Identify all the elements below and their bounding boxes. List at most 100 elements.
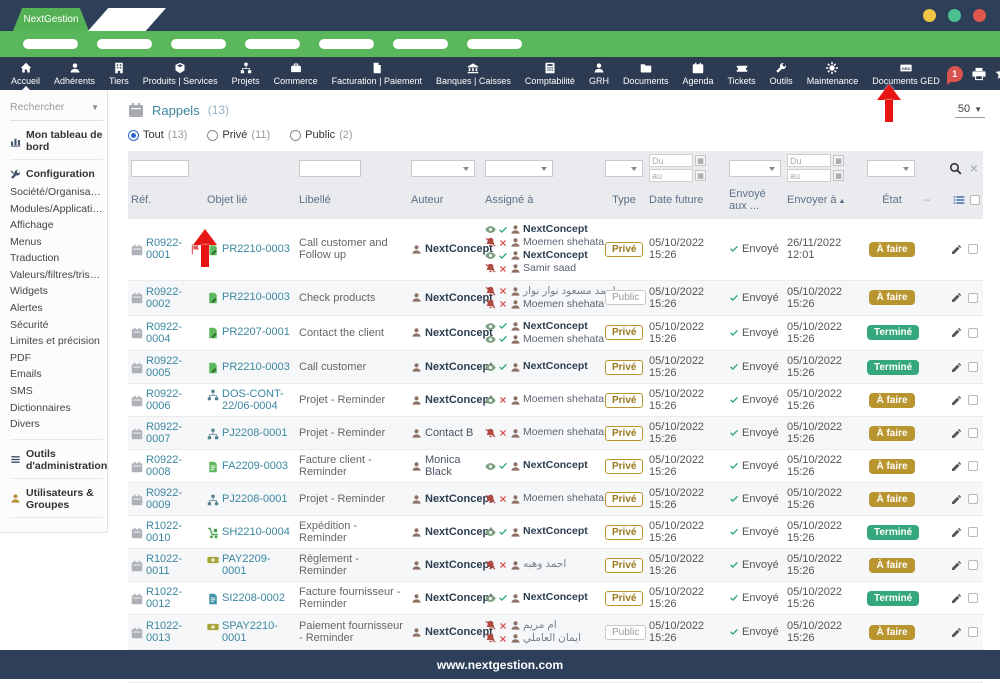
filter-radio-priv[interactable]: Privé(11) <box>207 129 270 141</box>
send_at-date-input[interactable] <box>787 154 831 167</box>
radio-button[interactable] <box>128 130 139 141</box>
nav-item-projets[interactable]: Projets <box>225 57 267 90</box>
column-header-state[interactable]: État <box>882 194 902 206</box>
page-size-select[interactable]: 50 ▼ <box>955 102 985 118</box>
sidebar-item-mon-tableau-de-bord[interactable]: Mon tableau de bord <box>10 129 103 153</box>
sidebar-item-traduction[interactable]: Traduction <box>10 250 103 267</box>
author-link[interactable]: NextConcept <box>425 327 493 339</box>
nav-item-produits-services[interactable]: Produits | Services <box>136 57 225 90</box>
linked-object-link[interactable]: SH2210-0004 <box>222 526 290 538</box>
linked-object-link[interactable]: FA2209-0003 <box>222 460 288 472</box>
author-link[interactable]: NextConcept <box>425 592 493 604</box>
row-checkbox[interactable] <box>968 328 978 338</box>
linked-object-link[interactable]: PAY2209-0001 <box>222 553 293 577</box>
author-link[interactable]: NextConcept <box>425 292 493 304</box>
nav-item-maintenance[interactable]: Maintenance <box>800 57 866 90</box>
row-checkbox[interactable] <box>968 593 978 603</box>
nav-item-adh-rents[interactable]: Adhérents <box>47 57 102 90</box>
author-link[interactable]: NextConcept <box>425 526 493 538</box>
nav-item-facturation-paiement[interactable]: Facturation | Paiement <box>325 57 429 90</box>
reminder-ref-link[interactable]: R1022-0012 <box>146 586 201 610</box>
footer-link[interactable]: www.nextgestion.com <box>437 658 563 672</box>
nav-item-banques-caisses[interactable]: Banques | Caisses <box>429 57 518 90</box>
row-checkbox[interactable] <box>968 461 978 471</box>
column-header-assigned[interactable]: Assigné à <box>485 194 533 206</box>
date_future-date-input[interactable] <box>649 154 693 167</box>
sidebar-item-modules-applications[interactable]: Modules/Applications <box>10 201 103 218</box>
date_future-date-input[interactable] <box>649 169 693 182</box>
edit-pencil-icon[interactable] <box>951 395 962 406</box>
linked-object-link[interactable]: SPAY2210-0001 <box>222 620 293 644</box>
filter-radio-tout[interactable]: Tout(13) <box>128 129 187 141</box>
author-link[interactable]: NextConcept <box>425 493 493 505</box>
calendar-picker-icon[interactable]: ▦ <box>833 155 844 166</box>
nav-item-comptabilit[interactable]: Comptabilité <box>518 57 582 90</box>
row-checkbox[interactable] <box>968 395 978 405</box>
column-header-type[interactable]: Type <box>612 194 636 206</box>
sidebar-item-pdf[interactable]: PDF <box>10 350 103 367</box>
notification-icon[interactable]: 1 <box>947 66 963 82</box>
sidebar-item-sms[interactable]: SMS <box>10 383 103 400</box>
sidebar-item-valeurs-filtres-tris-par-d-f[interactable]: Valeurs/filtres/tris par déf... <box>10 267 103 284</box>
type-filter-select[interactable] <box>605 160 643 177</box>
reminder-ref-link[interactable]: R1022-0011 <box>146 553 201 577</box>
author-link[interactable]: NextConcept <box>425 394 493 406</box>
nav-item-grh[interactable]: GRH <box>582 57 616 90</box>
send_at-date-input[interactable] <box>787 169 831 182</box>
reminder-ref-link[interactable]: R0922-0002 <box>146 286 201 310</box>
brand-tab[interactable]: NextGestion <box>13 8 89 31</box>
author-link[interactable]: NextConcept <box>425 361 493 373</box>
edit-pencil-icon[interactable] <box>951 244 962 255</box>
author-link[interactable]: NextConcept <box>425 559 493 571</box>
sidebar-item-soci-t-organisation[interactable]: Société/Organisation <box>10 184 103 201</box>
sidebar-item-emails[interactable]: Emails <box>10 366 103 383</box>
assignee-name-link[interactable]: Moemen shehata <box>523 393 604 406</box>
linked-object-link[interactable]: PR2207-0001 <box>222 326 290 338</box>
edit-pencil-icon[interactable] <box>951 593 962 604</box>
assignee-name-link[interactable]: Moemen shehata <box>523 298 604 311</box>
clear-filters-icon[interactable]: × <box>970 161 978 175</box>
assignee-name-link[interactable]: Moemen shehata <box>523 492 604 505</box>
linked-object-link[interactable]: PR2210-0003 <box>222 243 290 255</box>
column-header-author[interactable]: Auteur <box>411 194 443 206</box>
label-filter-input[interactable] <box>299 160 361 177</box>
calendar-picker-icon[interactable]: ▦ <box>695 155 706 166</box>
linked-object-link[interactable]: PR2210-0003 <box>222 361 290 373</box>
assignee-name-link[interactable]: NextConcept <box>523 525 588 538</box>
assignee-name-link[interactable]: Samir saad <box>523 262 576 275</box>
author-filter-select[interactable] <box>411 160 475 177</box>
assignee-name-link[interactable]: NextConcept <box>523 591 588 604</box>
edit-pencil-icon[interactable] <box>951 327 962 338</box>
select-all-checkbox[interactable] <box>970 195 980 205</box>
column-header-send_at[interactable]: Envoyer à <box>787 194 837 206</box>
column-header-object[interactable]: Objet lié <box>207 194 247 206</box>
assignee-name-link[interactable]: Moemen shehata <box>523 426 604 439</box>
sidebar-item-divers[interactable]: Divers <box>10 416 103 433</box>
sidebar-item-dictionnaires[interactable]: Dictionnaires <box>10 400 103 417</box>
sidebar-item-widgets[interactable]: Widgets <box>10 283 103 300</box>
edit-pencil-icon[interactable] <box>951 527 962 538</box>
linked-object-link[interactable]: PR2210-0003 <box>222 291 290 303</box>
linked-object-link[interactable]: DOS-CONT-22/06-0004 <box>222 388 293 412</box>
row-checkbox[interactable] <box>968 362 978 372</box>
sidebar-item-utilisateurs-groupes[interactable]: Utilisateurs & Groupes <box>10 487 103 511</box>
reminder-ref-link[interactable]: R0922-0007 <box>146 421 201 445</box>
edit-pencil-icon[interactable] <box>951 560 962 571</box>
sidebar-item-s-curit[interactable]: Sécurité <box>10 317 103 334</box>
sidebar-item-outils-d-administration[interactable]: Outils d'administration <box>10 448 103 472</box>
edit-pencil-icon[interactable] <box>951 627 962 638</box>
column-header-sent[interactable]: Envoyé aux ... <box>729 188 766 212</box>
sidebar-item-menus[interactable]: Menus <box>10 234 103 251</box>
nav-item-tiers[interactable]: Tiers <box>102 57 136 90</box>
assignee-name-link[interactable]: احمد مسعود نوار نوار <box>523 285 616 298</box>
search-input[interactable]: Rechercher ▼ <box>10 99 103 121</box>
edit-pencil-icon[interactable] <box>951 461 962 472</box>
column-header-date_future[interactable]: Date future <box>649 194 703 206</box>
sent-filter-select[interactable] <box>729 160 781 177</box>
row-checkbox[interactable] <box>968 560 978 570</box>
nav-item-documents-ged[interactable]: GEDDocuments GED <box>865 57 947 90</box>
sidebar-item-alertes[interactable]: Alertes <box>10 300 103 317</box>
reminder-ref-link[interactable]: R0922-0006 <box>146 388 201 412</box>
sidebar-item-limites-et-pr-cision[interactable]: Limites et précision <box>10 333 103 350</box>
linked-object-link[interactable]: SI2208-0002 <box>222 592 285 604</box>
